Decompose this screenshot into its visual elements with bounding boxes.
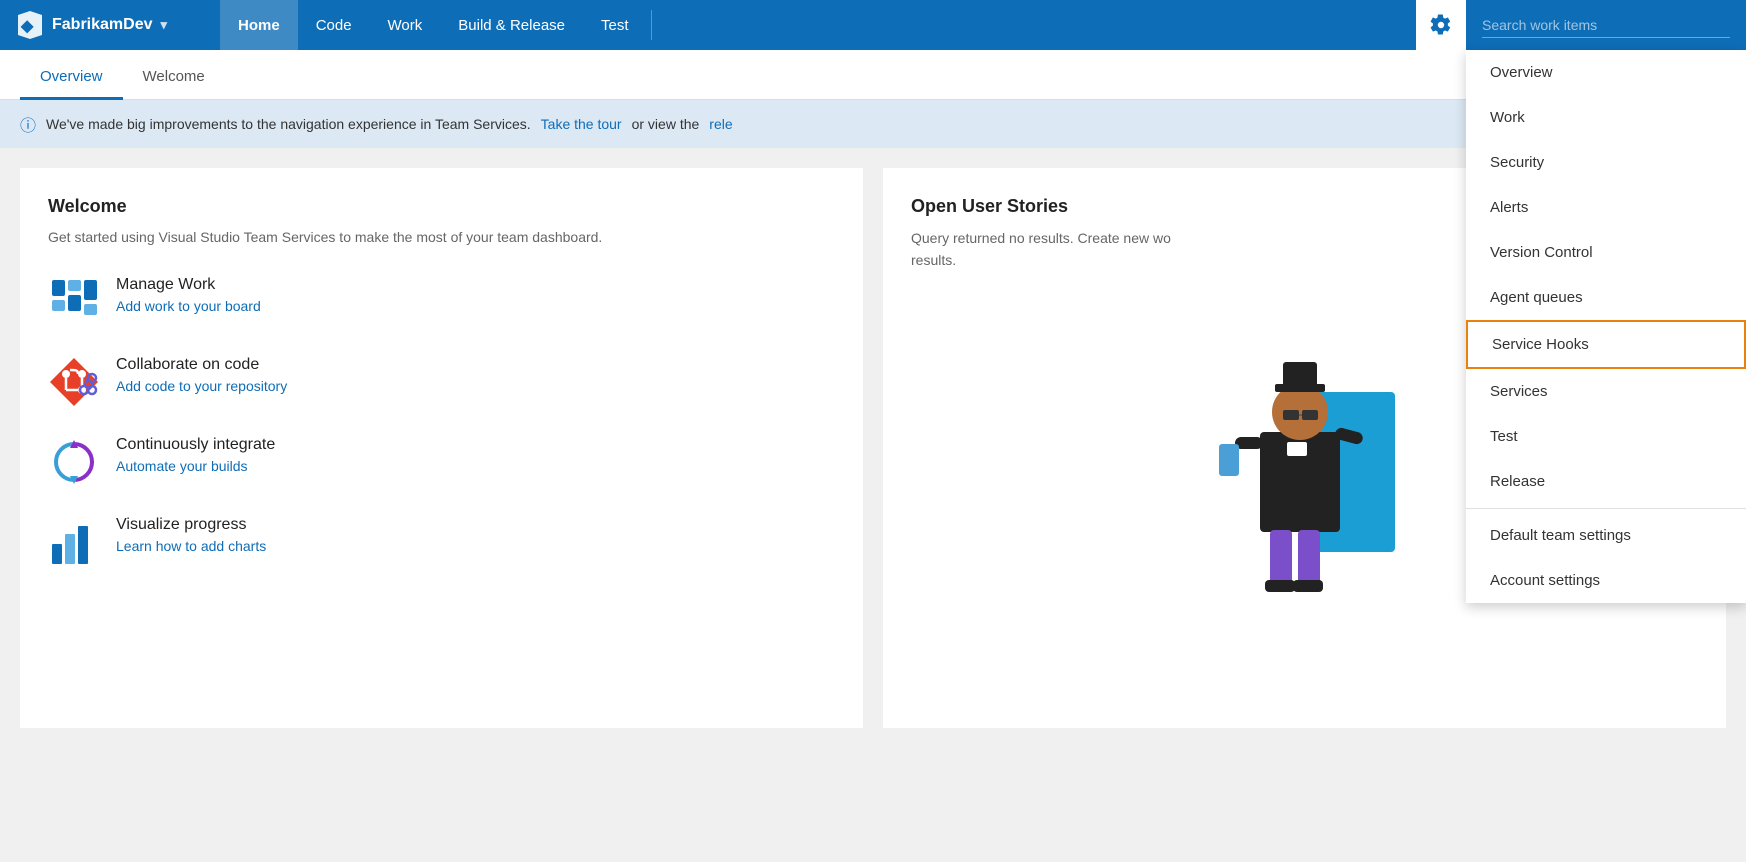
notification-link-rele[interactable]: rele	[709, 116, 732, 132]
dropdown-item-test[interactable]: Test	[1466, 414, 1746, 459]
dropdown-item-security[interactable]: Security	[1466, 140, 1746, 185]
brand-name: FabrikamDev	[52, 16, 153, 34]
notification-text: We've made big improvements to the navig…	[46, 116, 531, 132]
gear-icon	[1430, 14, 1452, 36]
chart-icon	[48, 516, 100, 568]
manage-work-text: Manage Work Add work to your board	[116, 276, 261, 314]
visualize-progress-title: Visualize progress	[116, 516, 266, 534]
collaborate-code-icon	[48, 356, 100, 408]
welcome-card: Welcome Get started using Visual Studio …	[20, 168, 863, 728]
dropdown-item-services[interactable]: Services	[1466, 369, 1746, 414]
nav-links: Home Code Work Build & Release Test	[220, 0, 1416, 50]
dropdown-item-overview[interactable]: Overview	[1466, 50, 1746, 95]
vs-logo-icon: ◆	[16, 11, 44, 39]
settings-dropdown-menu: Overview Work Security Alerts Version Co…	[1466, 50, 1746, 603]
continuously-integrate-icon	[48, 436, 100, 488]
notification-link-tour[interactable]: Take the tour	[541, 116, 622, 132]
dropdown-item-default-team-settings[interactable]: Default team settings	[1466, 513, 1746, 558]
character-illustration	[1205, 312, 1405, 592]
manage-work-icon	[48, 276, 100, 328]
dropdown-item-account-settings[interactable]: Account settings	[1466, 558, 1746, 603]
git-icon	[48, 356, 100, 408]
nav-work[interactable]: Work	[370, 0, 441, 50]
ci-icon	[48, 436, 100, 488]
kanban-icon	[48, 276, 100, 328]
manage-work-row: Manage Work Add work to your board	[48, 276, 835, 328]
dropdown-item-agent-queues[interactable]: Agent queues	[1466, 275, 1746, 320]
dropdown-divider	[1466, 508, 1746, 509]
dropdown-item-release[interactable]: Release	[1466, 459, 1746, 504]
dropdown-item-work[interactable]: Work	[1466, 95, 1746, 140]
visualize-progress-link[interactable]: Learn how to add charts	[116, 538, 266, 554]
nav-build-release[interactable]: Build & Release	[440, 0, 583, 50]
welcome-card-subtitle: Get started using Visual Studio Team Ser…	[48, 227, 835, 248]
dropdown-item-alerts[interactable]: Alerts	[1466, 185, 1746, 230]
collaborate-code-row: Collaborate on code Add code to your rep…	[48, 356, 835, 408]
nav-code[interactable]: Code	[298, 0, 370, 50]
search-area	[1466, 13, 1746, 38]
nav-home[interactable]: Home	[220, 0, 298, 50]
settings-gear-button[interactable]	[1416, 0, 1466, 50]
top-navigation: ◆ FabrikamDev ▾ Home Code Work Build & R…	[0, 0, 1746, 50]
brand-logo[interactable]: ◆ FabrikamDev ▾	[0, 11, 220, 39]
collaborate-code-link[interactable]: Add code to your repository	[116, 378, 287, 394]
collaborate-code-text: Collaborate on code Add code to your rep…	[116, 356, 287, 394]
continuously-integrate-row: Continuously integrate Automate your bui…	[48, 436, 835, 488]
visualize-progress-text: Visualize progress Learn how to add char…	[116, 516, 266, 556]
dropdown-item-version-control[interactable]: Version Control	[1466, 230, 1746, 275]
continuously-integrate-text: Continuously integrate Automate your bui…	[116, 436, 275, 474]
manage-work-title: Manage Work	[116, 276, 261, 294]
collaborate-code-title: Collaborate on code	[116, 356, 287, 374]
notification-separator: or view the	[632, 116, 700, 132]
brand-dropdown-arrow[interactable]: ▾	[161, 17, 168, 33]
info-icon: ⓘ	[20, 112, 36, 136]
visualize-progress-icon	[48, 516, 100, 568]
nav-separator	[651, 10, 652, 40]
tab-overview[interactable]: Overview	[20, 56, 123, 100]
dropdown-item-service-hooks[interactable]: Service Hooks	[1466, 320, 1746, 369]
continuously-integrate-title: Continuously integrate	[116, 436, 275, 454]
visualize-progress-row: Visualize progress Learn how to add char…	[48, 516, 835, 568]
search-input[interactable]	[1482, 13, 1730, 38]
manage-work-link[interactable]: Add work to your board	[116, 298, 261, 314]
continuously-integrate-link[interactable]: Automate your builds	[116, 458, 275, 474]
nav-test[interactable]: Test	[583, 0, 647, 50]
welcome-card-title: Welcome	[48, 196, 835, 217]
svg-text:◆: ◆	[20, 18, 34, 35]
tab-welcome[interactable]: Welcome	[123, 56, 225, 100]
